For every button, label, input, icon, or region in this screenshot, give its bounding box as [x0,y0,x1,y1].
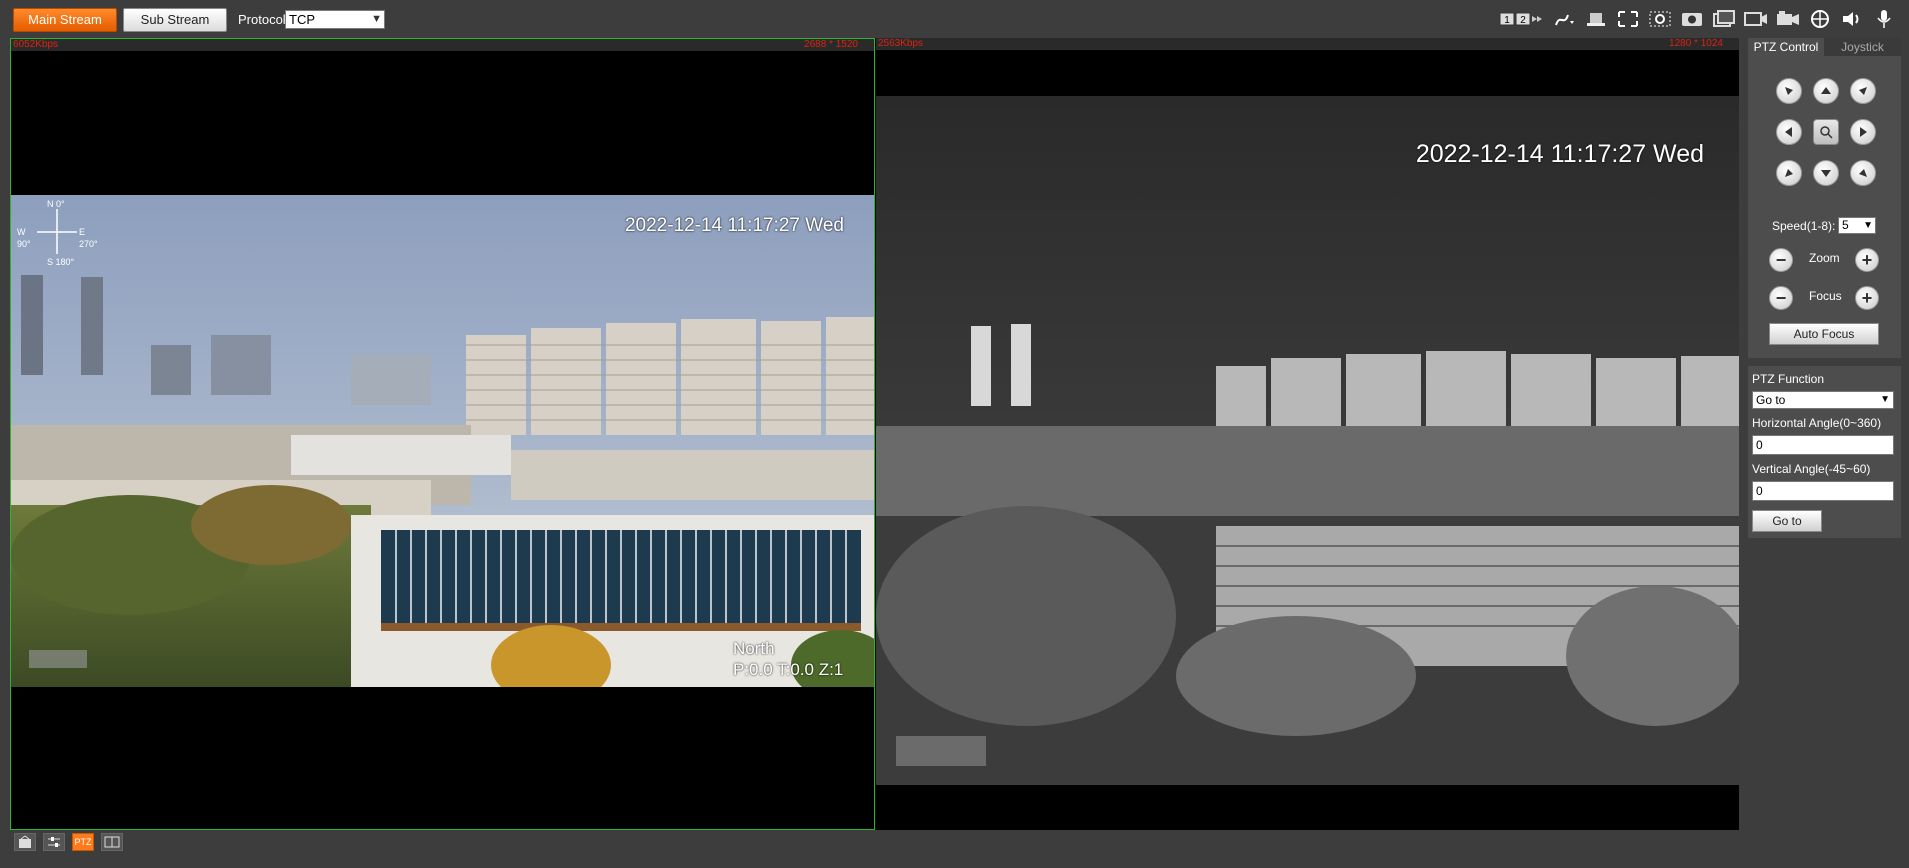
protocol-value: TCP [289,12,315,27]
auto-focus-button[interactable]: Auto Focus [1769,323,1879,345]
alarm-icon[interactable] [14,833,36,851]
resolution-label: 1280 * 1024 [1669,38,1723,49]
tab-joystick[interactable]: Joystick [1824,38,1901,56]
target-icon[interactable] [1807,8,1833,30]
chevron-down-icon: ▼ [1863,220,1873,231]
split-1-label: 1 [1504,15,1510,26]
arrow-up-left-icon [1785,87,1793,95]
minus-icon: − [1775,250,1787,270]
window-split-icon[interactable]: 1 2 [1499,8,1545,30]
ptz-up-button[interactable] [1813,78,1839,104]
ptz-3d-position-button[interactable] [1813,119,1839,145]
audio-icon[interactable] [1839,8,1865,30]
ptz-function-select[interactable]: Go to ▼ [1752,391,1894,409]
resolution-label: 2688 * 1520 [804,39,858,50]
chevron-down-icon: ▼ [371,13,382,25]
ptz-down-right-button[interactable] [1850,160,1876,186]
ptz-down-left-button[interactable] [1776,160,1802,186]
arrow-down-left-icon [1785,169,1793,177]
zoom-out-button[interactable]: − [1769,248,1793,272]
visible-camera-image [11,195,874,687]
osd-timestamp: 2022-12-14 11:17:27 Wed [624,215,844,236]
plus-icon: + [1861,250,1873,270]
sub-stream-button[interactable]: Sub Stream [123,8,227,32]
arrow-up-right-icon [1859,87,1867,95]
bitrate-label: 6052Kbps [13,39,59,50]
ptz-tabs: PTZ Control Joystick [1748,38,1901,56]
compass-east-deg: 270° [79,239,98,249]
video-area: 6052Kbps 2688 * 1520 N 0° W 90° E 270° S… [10,38,1739,830]
compass-west-deg: 90° [17,239,31,249]
zoom-in-icon [1820,126,1833,139]
ptz-function-title: PTZ Function [1752,372,1825,386]
fullscreen-icon[interactable] [1615,8,1641,30]
chevron-down-icon: ▼ [1880,394,1890,405]
protocol-label: Protocol [238,12,286,27]
minus-icon: − [1775,288,1787,308]
video-pane-thermal[interactable]: 2563Kbps 1280 * 1024 2022-12-14 11:17:27… [876,38,1739,830]
horizontal-angle-label: Horizontal Angle(0~360) [1752,416,1882,430]
layout-icon[interactable] [101,833,123,851]
osd-timestamp: 2022-12-14 11:17:27 Wed [1415,140,1704,168]
ptz-control-panel: PTZ Control Joystick Speed(1-8): 5 ▼ − Z… [1748,38,1901,358]
draw-icon[interactable] [1551,8,1577,30]
ptz-up-left-button[interactable] [1776,78,1802,104]
arrow-left-icon [1785,127,1792,137]
arrow-right-icon [1860,127,1867,137]
osd-ptz-position: P:0.0 T:0.0 Z:1 [733,660,844,679]
ptz-left-button[interactable] [1776,119,1802,145]
arrow-up-icon [1821,87,1831,94]
image-adjust-icon[interactable] [43,833,65,851]
snapshot-icon[interactable] [1679,8,1705,30]
toolbar-icons: 1 2 [1499,7,1897,31]
video-record-icon[interactable] [1775,8,1801,30]
focus-in-button[interactable]: + [1855,286,1879,310]
compass-south: S 180° [47,257,75,267]
thermal-camera-image [876,96,1739,785]
goto-button[interactable]: Go to [1752,510,1822,532]
vertical-angle-label: Vertical Angle(-45~60) [1752,462,1871,476]
vertical-angle-input[interactable] [1752,481,1894,501]
protocol-select[interactable]: TCP ▼ [285,10,385,29]
bitrate-label: 2563Kbps [878,38,924,49]
ptz-toggle-button[interactable]: PTZ [72,833,94,851]
stream-info-bar: 6052Kbps 2688 * 1520 [11,39,874,51]
arrow-down-right-icon [1859,169,1867,177]
bottom-toolbar: PTZ [14,833,123,853]
zoom-label: Zoom [1809,251,1840,265]
compass-west: W [17,227,26,237]
speed-label: Speed(1-8): [1772,219,1836,233]
speed-value: 5 [1842,218,1849,232]
mic-icon[interactable] [1871,8,1897,30]
compass-north: N 0° [47,199,65,209]
stream-info-bar: 2563Kbps 1280 * 1024 [876,38,1739,50]
video-pane-visible[interactable]: 6052Kbps 2688 * 1520 N 0° W 90° E 270° S… [10,38,875,830]
speed-select[interactable]: 5 ▼ [1838,217,1876,234]
tab-ptz-control[interactable]: PTZ Control [1748,38,1824,56]
ptz-down-button[interactable] [1813,160,1839,186]
ptz-function-value: Go to [1756,393,1786,407]
focus-label: Focus [1809,289,1842,303]
focus-out-button[interactable]: − [1769,286,1793,310]
osd-direction: North [733,639,775,658]
burst-snapshot-icon[interactable] [1711,8,1737,30]
ptz-function-panel: PTZ Function Go to ▼ Horizontal Angle(0~… [1748,366,1901,538]
zoom-icon[interactable] [1583,8,1609,30]
zoom-in-button[interactable]: + [1855,248,1879,272]
compass-east: E [79,227,86,237]
ptz-up-right-button[interactable] [1850,78,1876,104]
arrow-down-icon [1821,170,1831,177]
record-icon[interactable] [1743,8,1769,30]
top-toolbar: Main Stream Sub Stream Protocol TCP ▼ 1 … [0,0,1909,38]
ptz-right-button[interactable] [1850,119,1876,145]
main-stream-button[interactable]: Main Stream [13,8,117,32]
compass-overlay: N 0° W 90° E 270° S 180° [17,199,107,269]
region-zoom-icon[interactable] [1647,8,1673,30]
horizontal-angle-input[interactable] [1752,435,1894,455]
split-2-label: 2 [1520,15,1526,26]
plus-icon: + [1861,288,1873,308]
